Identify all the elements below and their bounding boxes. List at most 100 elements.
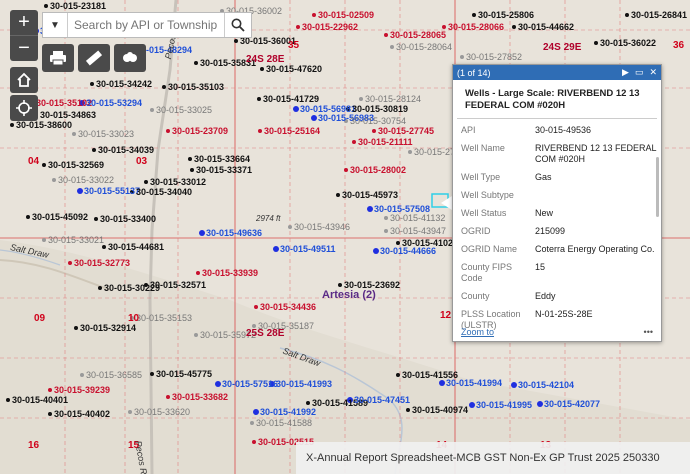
well-marker[interactable] (344, 168, 348, 172)
well-api-label[interactable]: 30-015-32914 (80, 323, 136, 333)
well-api-label[interactable]: 30-015-41993 (276, 379, 332, 389)
well-marker[interactable] (367, 206, 373, 212)
well-marker[interactable] (253, 409, 259, 415)
well-marker[interactable] (384, 229, 388, 233)
well-marker[interactable] (102, 245, 106, 249)
well-marker[interactable] (537, 401, 543, 407)
well-api-label[interactable]: 30-015-49636 (206, 228, 262, 238)
well-marker[interactable] (408, 150, 412, 154)
well-marker[interactable] (396, 373, 400, 377)
well-api-label[interactable]: 30-015-45775 (156, 369, 212, 379)
well-marker[interactable] (296, 25, 300, 29)
well-api-label[interactable]: 30-015-33021 (48, 235, 104, 245)
well-marker[interactable] (94, 217, 98, 221)
well-api-label[interactable]: 30-015-28002 (350, 165, 406, 175)
well-api-label[interactable]: 30-015-23709 (172, 126, 228, 136)
well-marker[interactable] (288, 225, 292, 229)
well-marker[interactable] (406, 408, 410, 412)
well-api-label[interactable]: 30-015-41992 (260, 407, 316, 417)
well-marker[interactable] (311, 115, 317, 121)
well-marker[interactable] (98, 286, 102, 290)
well-marker[interactable] (44, 4, 48, 8)
well-api-label[interactable]: 30-015-41994 (446, 378, 502, 388)
well-marker[interactable] (26, 215, 30, 219)
well-api-label[interactable]: 30-015-45973 (342, 190, 398, 200)
well-marker[interactable] (390, 45, 394, 49)
well-api-label[interactable]: 30-015-26841 (631, 10, 687, 20)
well-marker[interactable] (194, 61, 198, 65)
well-marker[interactable] (460, 55, 464, 59)
well-marker[interactable] (162, 85, 166, 89)
well-marker[interactable] (234, 39, 238, 43)
close-icon[interactable]: ✕ (649, 67, 657, 78)
well-api-label[interactable]: 30-015-28064 (396, 42, 452, 52)
locate-button[interactable] (10, 95, 38, 121)
well-marker[interactable] (52, 178, 56, 182)
well-api-label[interactable]: 30-015-02509 (318, 10, 374, 20)
well-api-label[interactable]: 30-015-32773 (74, 258, 130, 268)
well-api-label[interactable]: 30-015-47620 (266, 64, 322, 74)
well-marker[interactable] (372, 129, 376, 133)
well-api-label[interactable]: 30-015-41588 (256, 418, 312, 428)
well-api-label[interactable]: 30-015-33025 (156, 105, 212, 115)
well-api-label[interactable]: 30-015-40401 (12, 395, 68, 405)
search-button[interactable] (224, 13, 251, 37)
well-marker[interactable] (396, 241, 400, 245)
well-api-label[interactable]: 30-015-34040 (136, 187, 192, 197)
well-api-label[interactable]: 30-015-49511 (280, 244, 336, 254)
dock-icon[interactable]: ▭ (635, 67, 644, 78)
search-source-dropdown[interactable]: ▼ (43, 13, 68, 37)
well-marker[interactable] (625, 13, 629, 17)
measure-button[interactable] (78, 44, 110, 72)
well-api-label[interactable]: 30-015-35102 (36, 98, 92, 108)
well-api-label[interactable]: 30-015-40974 (412, 405, 468, 415)
well-marker[interactable] (77, 188, 83, 194)
well-api-label[interactable]: 30-015-55137 (84, 186, 140, 196)
well-api-label[interactable]: 30-015-42077 (544, 399, 600, 409)
layers-button[interactable] (114, 44, 146, 72)
well-api-label[interactable]: 30-015-30754 (350, 116, 406, 126)
well-api-label[interactable]: 30-015-57516 (222, 379, 278, 389)
well-marker[interactable] (190, 168, 194, 172)
well-marker[interactable] (80, 373, 84, 377)
well-api-label[interactable]: 30-015-33620 (134, 407, 190, 417)
well-api-label[interactable]: 30-015-28124 (365, 94, 421, 104)
well-marker[interactable] (6, 398, 10, 402)
well-marker[interactable] (254, 305, 258, 309)
well-api-label[interactable]: 30-015-44681 (108, 242, 164, 252)
well-api-label[interactable]: 30-015-34039 (98, 145, 154, 155)
well-marker[interactable] (511, 382, 517, 388)
search-input[interactable] (68, 13, 224, 37)
well-api-label[interactable]: 30-015-47451 (354, 395, 410, 405)
well-marker[interactable] (312, 13, 316, 17)
well-marker[interactable] (359, 97, 363, 101)
well-api-label[interactable]: 30-015-41995 (476, 400, 532, 410)
well-api-label[interactable]: 30-015-45092 (32, 212, 88, 222)
well-marker[interactable] (42, 238, 46, 242)
well-api-label[interactable]: 30-015-33682 (172, 392, 228, 402)
well-marker[interactable] (338, 283, 342, 287)
well-marker[interactable] (306, 401, 310, 405)
well-api-label[interactable]: 30-015-35153 (136, 313, 192, 323)
popup-scrollbar[interactable] (656, 157, 659, 217)
well-api-label[interactable]: 30-015-40402 (54, 409, 110, 419)
well-marker[interactable] (469, 402, 475, 408)
well-marker[interactable] (150, 108, 154, 112)
well-marker[interactable] (68, 261, 72, 265)
well-marker[interactable] (472, 13, 476, 17)
well-api-label[interactable]: 30-015-33022 (58, 175, 114, 185)
well-api-label[interactable]: 30-015-39239 (54, 385, 110, 395)
well-api-label[interactable]: 30-015-53294 (86, 98, 142, 108)
well-api-label[interactable]: 30-015-42104 (518, 380, 574, 390)
well-marker[interactable] (384, 216, 388, 220)
well-marker[interactable] (373, 248, 379, 254)
well-marker[interactable] (384, 33, 388, 37)
well-marker[interactable] (48, 412, 52, 416)
zoom-out-button[interactable]: − (10, 35, 38, 61)
well-marker[interactable] (166, 129, 170, 133)
well-marker[interactable] (74, 326, 78, 330)
well-api-label[interactable]: 30-015-44666 (380, 246, 436, 256)
well-api-label[interactable]: 30-015-32569 (48, 160, 104, 170)
print-button[interactable] (42, 44, 74, 72)
well-marker[interactable] (90, 82, 94, 86)
